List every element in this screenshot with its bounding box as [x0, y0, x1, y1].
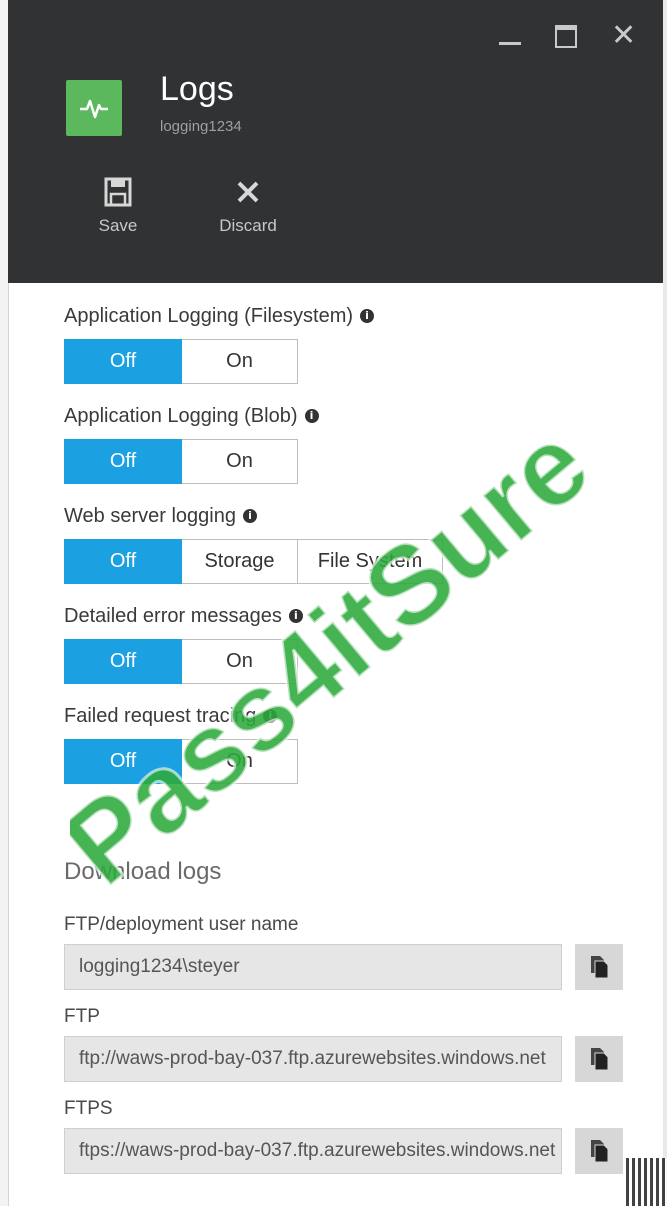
option-storage[interactable]: Storage: [182, 539, 298, 584]
blade-title: Logs: [160, 70, 234, 108]
option-off[interactable]: Off: [64, 639, 182, 684]
toggle-web-server-logging: Off Storage File System: [64, 539, 644, 584]
info-icon[interactable]: i: [263, 709, 278, 723]
copy-icon: [591, 1048, 609, 1071]
copy-ftps-button[interactable]: [575, 1128, 623, 1174]
setting-app-logging-filesystem: Application Logging (Filesystem) i Off O…: [64, 300, 644, 400]
setting-label: Application Logging (Blob): [64, 405, 298, 427]
close-button[interactable]: ✕: [595, 18, 653, 54]
info-icon[interactable]: i: [360, 309, 375, 323]
option-off[interactable]: Off: [64, 439, 182, 484]
setting-detailed-error-messages: Detailed error messages i Off On: [64, 600, 644, 700]
save-label: Save: [98, 216, 138, 235]
blade-header: ✕ Logs logging1234 Save Discard: [8, 0, 663, 283]
setting-label: Application Logging (Filesystem): [64, 305, 354, 327]
ftp-user-label: FTP/deployment user name: [64, 914, 299, 935]
ftps-url-field[interactable]: ftps://waws-prod-bay-037.ftp.azurewebsit…: [64, 1128, 562, 1174]
window-controls: ✕: [479, 18, 653, 54]
save-button[interactable]: Save: [70, 172, 166, 236]
setting-label: Detailed error messages: [64, 605, 282, 627]
toggle-failed-request-tracing: Off On: [64, 739, 644, 784]
copy-ftp-button[interactable]: [575, 1036, 623, 1082]
setting-web-server-logging: Web server logging i Off Storage File Sy…: [64, 500, 644, 600]
info-icon[interactable]: i: [304, 409, 319, 423]
toggle-app-logging-blob: Off On: [64, 439, 644, 484]
copy-user-button[interactable]: [575, 944, 623, 990]
qr-code-image: [626, 1158, 667, 1206]
ftp-url-field[interactable]: ftp://waws-prod-bay-037.ftp.azurewebsite…: [64, 1036, 562, 1082]
logging-settings: Application Logging (Filesystem) i Off O…: [64, 300, 644, 800]
save-icon: [104, 177, 132, 207]
copy-icon: [591, 956, 609, 979]
option-file-system[interactable]: File System: [298, 539, 443, 584]
ftp-label: FTP: [64, 1006, 100, 1027]
activity-pulse-icon: [66, 80, 122, 136]
discard-icon: [237, 181, 259, 203]
download-logs-heading: Download logs: [64, 858, 222, 885]
info-icon[interactable]: i: [288, 609, 303, 623]
minimize-button[interactable]: [479, 18, 537, 54]
maximize-icon: [555, 25, 577, 48]
option-on[interactable]: On: [182, 739, 298, 784]
maximize-button[interactable]: [537, 18, 595, 54]
discard-button[interactable]: Discard: [200, 172, 296, 236]
setting-app-logging-blob: Application Logging (Blob) i Off On: [64, 400, 644, 500]
setting-label: Failed request tracing: [64, 705, 257, 727]
ftp-user-field[interactable]: logging1234\steyer: [64, 944, 562, 990]
setting-label: Web server logging: [64, 505, 236, 527]
close-icon: ✕: [611, 18, 637, 53]
option-on[interactable]: On: [182, 439, 298, 484]
option-off[interactable]: Off: [64, 539, 182, 584]
copy-icon: [591, 1140, 609, 1163]
option-off[interactable]: Off: [64, 739, 182, 784]
window-right-border: [663, 0, 667, 1206]
option-off[interactable]: Off: [64, 339, 182, 384]
info-icon[interactable]: i: [242, 509, 257, 523]
setting-failed-request-tracing: Failed request tracing i Off On: [64, 700, 644, 800]
toggle-detailed-error-messages: Off On: [64, 639, 644, 684]
toggle-app-logging-filesystem: Off On: [64, 339, 644, 384]
ftps-label: FTPS: [64, 1098, 113, 1119]
option-on[interactable]: On: [182, 639, 298, 684]
blade-subtitle: logging1234: [160, 118, 242, 135]
minimize-icon: [499, 42, 521, 45]
discard-label: Discard: [219, 216, 277, 235]
option-on[interactable]: On: [182, 339, 298, 384]
